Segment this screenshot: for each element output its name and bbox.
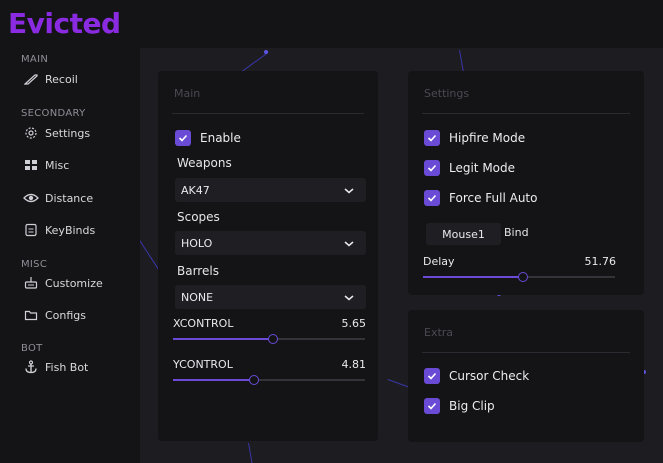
slider-knob[interactable] [517, 272, 528, 282]
panel-title: Extra [424, 326, 454, 339]
divider [172, 113, 364, 114]
sidebar-item-customize[interactable]: Customize [23, 273, 103, 293]
sidebar-item-label: Configs [45, 308, 87, 322]
sidebar-item-label: Misc [45, 158, 70, 172]
checkbox-label: Force Full Auto [449, 191, 538, 205]
scopes-select[interactable]: HOLO [175, 231, 366, 255]
slider-fill [173, 338, 273, 340]
slider-fill [423, 276, 523, 278]
checkmark-icon [175, 130, 191, 146]
sidebar-item-misc[interactable]: Misc [23, 155, 69, 175]
barrels-label: Barrels [177, 264, 219, 278]
divider [422, 352, 630, 353]
settings-panel: Settings Hipfire Mode Legit Mode Force F… [408, 71, 644, 295]
checkbox-label: Hipfire Mode [449, 131, 526, 145]
barrels-select[interactable]: NONE [175, 285, 366, 309]
panel-title: Settings [424, 87, 470, 100]
divider [422, 113, 630, 114]
decorative-line [248, 443, 253, 463]
sidebar-section-secondary: SECONDARY [21, 108, 86, 119]
chevron-down-icon [344, 238, 354, 251]
delay-slider[interactable] [423, 272, 615, 282]
checkmark-icon [424, 190, 440, 206]
folder-icon [23, 307, 39, 323]
checkbox-label: Big Clip [449, 399, 495, 413]
big-clip-checkbox[interactable]: Big Clip [424, 398, 495, 414]
checkmark-icon [424, 368, 440, 384]
slider-knob[interactable] [248, 375, 259, 385]
bind-key-button[interactable]: Mouse1 [426, 223, 501, 245]
enable-checkbox[interactable]: Enable [175, 130, 241, 146]
sidebar-section-misc: MISC [21, 259, 48, 270]
sidebar-item-keybinds[interactable]: KeyBinds [23, 220, 95, 240]
eye-icon [23, 190, 39, 206]
checkmark-icon [424, 398, 440, 414]
sidebar-item-label: Distance [45, 191, 94, 205]
sidebar-item-fish-bot[interactable]: Fish Bot [23, 357, 88, 377]
slider-fill [173, 379, 254, 381]
app-logo: Evicted [8, 7, 121, 40]
checkmark-icon [424, 130, 440, 146]
delay-value: 51.76 [584, 255, 617, 268]
hipfire-mode-checkbox[interactable]: Hipfire Mode [424, 130, 525, 146]
ycontrol-slider[interactable] [173, 375, 365, 385]
xcontrol-label: XCONTROL [173, 317, 234, 330]
main-panel: Main Enable Weapons AK47 Scopes HOLO Bar… [158, 71, 378, 441]
weapons-label: Weapons [177, 156, 232, 170]
weapons-select[interactable]: AK47 [175, 178, 366, 202]
xcontrol-slider[interactable] [173, 334, 365, 344]
grid-icon [23, 157, 39, 173]
decorative-dot [264, 50, 268, 54]
main-area: Main Enable Weapons AK47 Scopes HOLO Bar… [140, 48, 663, 463]
slider-knob[interactable] [267, 334, 278, 344]
select-value: NONE [181, 290, 214, 304]
sidebar-section-bot: BOT [21, 343, 43, 354]
sidebar-item-label: Recoil [45, 72, 78, 86]
sidebar-item-label: Settings [45, 126, 91, 140]
checkmark-icon [424, 160, 440, 176]
sidebar-item-label: Fish Bot [45, 360, 89, 374]
legit-mode-checkbox[interactable]: Legit Mode [424, 160, 515, 176]
sidebar-section-main: MAIN [21, 54, 49, 65]
force-full-auto-checkbox[interactable]: Force Full Auto [424, 190, 537, 206]
anchor-icon [23, 359, 39, 375]
customize-icon [23, 275, 39, 291]
sidebar-item-configs[interactable]: Configs [23, 305, 86, 325]
chevron-down-icon [344, 292, 354, 305]
chevron-down-icon [344, 185, 354, 198]
top-bar: Evicted [0, 0, 663, 48]
sidebar-item-settings[interactable]: Settings [23, 123, 90, 143]
gear-icon [23, 125, 39, 141]
checkbox-label: Enable [200, 131, 241, 145]
ycontrol-label: YCONTROL [173, 358, 233, 371]
rifle-icon [23, 71, 39, 87]
sidebar-item-label: Customize [45, 276, 103, 290]
extra-panel: Extra Cursor Check Big Clip [408, 310, 644, 442]
delay-label: Delay [423, 255, 455, 268]
sidebar-item-label: KeyBinds [45, 223, 96, 237]
checkbox-label: Cursor Check [449, 369, 530, 383]
decorative-line [459, 50, 464, 72]
cursor-check-checkbox[interactable]: Cursor Check [424, 368, 529, 384]
scopes-label: Scopes [177, 210, 220, 224]
sidebar-item-distance[interactable]: Distance [23, 188, 93, 208]
checkbox-label: Legit Mode [449, 161, 516, 175]
decorative-line [387, 379, 409, 388]
keyboard-icon [23, 222, 39, 238]
select-value: AK47 [181, 183, 210, 197]
bind-label: Bind [504, 226, 529, 239]
sidebar-item-recoil[interactable]: Recoil [23, 69, 78, 89]
ycontrol-value: 4.81 [341, 358, 367, 371]
select-value: HOLO [181, 236, 213, 250]
panel-title: Main [174, 87, 201, 100]
sidebar: MAIN Recoil SECONDARY Settings Misc Dist… [0, 48, 140, 463]
xcontrol-value: 5.65 [341, 317, 367, 330]
